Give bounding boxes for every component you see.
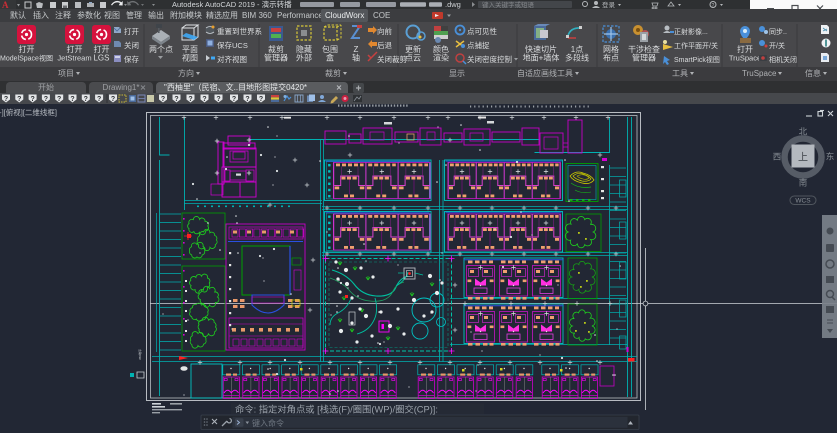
svg-text:?: ?	[259, 96, 263, 103]
svg-text:?: ?	[202, 96, 206, 103]
svg-text:关闭裁剪: 关闭裁剪	[377, 54, 407, 64]
svg-text:?: ?	[84, 96, 88, 103]
svg-text:键入命令: 键入命令	[252, 418, 284, 428]
svg-text:打开: 打开	[94, 44, 110, 54]
svg-text:北: 北	[799, 127, 808, 137]
svg-text:对齐视图: 对齐视图	[217, 54, 247, 64]
svg-text:工作平面开/关: 工作平面开/关	[674, 41, 718, 50]
svg-text:外部: 外部	[296, 53, 312, 63]
svg-text:?: ?	[188, 96, 192, 103]
svg-text:向前: 向前	[377, 26, 392, 36]
svg-text:开/关: 开/关	[769, 41, 785, 50]
svg-text:关闭: 关闭	[124, 40, 139, 50]
svg-text:点可见性: 点可见性	[467, 26, 497, 36]
svg-text:颜色: 颜色	[433, 44, 449, 54]
svg-text:?: ?	[70, 96, 74, 103]
svg-text:点捕捉: 点捕捉	[467, 40, 490, 50]
svg-text:打开: 打开	[19, 44, 35, 54]
svg-text:WCS: WCS	[795, 198, 811, 205]
svg-text:.dwg: .dwg	[445, 0, 461, 9]
svg-text:上: 上	[798, 152, 808, 164]
svg-text:关闭密度控制: 关闭密度控制	[467, 54, 512, 64]
svg-text:正射影像...: 正射影像...	[674, 27, 708, 36]
svg-text:后退: 后退	[377, 40, 392, 50]
svg-text:A: A	[2, 0, 9, 9]
svg-text:打开: 打开	[737, 44, 753, 54]
svg-text:?: ?	[44, 96, 48, 103]
svg-text:隐藏: 隐藏	[296, 44, 312, 54]
svg-text:多段线: 多段线	[565, 53, 589, 63]
svg-text:裁剪: 裁剪	[268, 44, 284, 54]
svg-text:?: ?	[161, 96, 165, 103]
svg-text:JetStream: JetStream	[57, 54, 91, 63]
svg-text:?: ?	[216, 96, 220, 103]
svg-text:轴: 轴	[352, 53, 360, 63]
svg-text:?: ?	[30, 96, 34, 103]
svg-text:SmartPick视图: SmartPick视图	[674, 55, 720, 64]
svg-text:管理器: 管理器	[632, 53, 656, 63]
svg-text:包围: 包围	[322, 44, 338, 54]
svg-text:布点: 布点	[603, 53, 619, 63]
svg-text:保存UCS: 保存UCS	[217, 40, 248, 50]
svg-text:ModelSpace视图: ModelSpace视图	[0, 54, 53, 63]
svg-text:?: ?	[245, 96, 249, 103]
svg-text:打开: 打开	[67, 44, 83, 54]
svg-text:点云: 点云	[405, 54, 421, 63]
svg-text:更新: 更新	[405, 44, 421, 54]
svg-text:渲染: 渲染	[433, 53, 449, 63]
svg-text:南: 南	[799, 178, 808, 188]
svg-text:命令: 指定对角点或 [栈选(F)/圈围(WP)/圈交(CP: 命令: 指定对角点或 [栈选(F)/圈围(WP)/圈交(CP)]:	[235, 403, 438, 414]
svg-text:键入关键字或短语: 键入关键字或短语	[482, 0, 535, 9]
svg-text:干涉检查: 干涉检查	[628, 44, 660, 54]
svg-text:盒: 盒	[326, 53, 334, 63]
svg-text:登录: 登录	[602, 0, 616, 9]
svg-text:西: 西	[773, 152, 782, 162]
svg-text:[-][俯视][二维线框]: [-][俯视][二维线框]	[0, 107, 57, 117]
svg-text:LGS: LGS	[93, 54, 109, 63]
svg-text:打开: 打开	[124, 26, 139, 36]
svg-text:网格: 网格	[603, 44, 619, 54]
svg-text:快速切片: 快速切片	[525, 44, 557, 54]
svg-text:350地平: 350地平	[137, 349, 142, 360]
svg-text:?: ?	[174, 96, 178, 103]
svg-text:?: ?	[17, 96, 21, 103]
svg-text:东: 东	[826, 152, 835, 162]
svg-text:保存: 保存	[124, 54, 139, 64]
svg-text:?: ?	[97, 96, 101, 103]
svg-text:?: ?	[232, 96, 236, 103]
svg-text:?: ?	[111, 96, 115, 103]
svg-text:两个点: 两个点	[149, 45, 173, 54]
svg-text:视图: 视图	[182, 53, 198, 63]
svg-text:?: ?	[4, 96, 8, 103]
svg-text:管理器: 管理器	[264, 53, 288, 63]
svg-text:TruSpace: TruSpace	[729, 54, 761, 63]
svg-text:相机关闭: 相机关闭	[769, 55, 797, 64]
svg-text:同步..: 同步..	[769, 28, 787, 36]
svg-text:?: ?	[57, 96, 61, 103]
svg-text:Autodesk AutoCAD 2019 - 演示转播: Autodesk AutoCAD 2019 - 演示转播	[172, 0, 292, 9]
svg-text:重置到世界系: 重置到世界系	[217, 26, 262, 36]
svg-text:地面+墙体: 地面+墙体	[523, 53, 560, 63]
